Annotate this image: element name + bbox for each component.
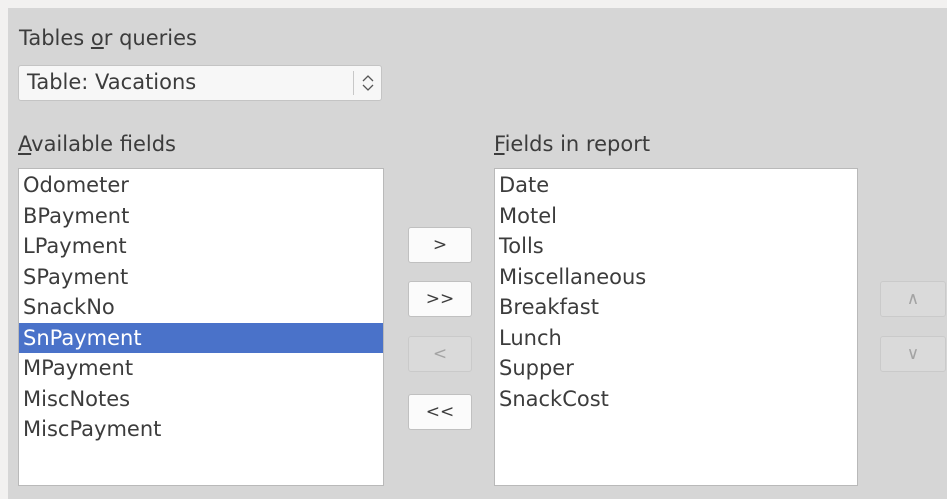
combo-separator bbox=[353, 71, 354, 95]
list-item[interactable]: SnackNo bbox=[19, 292, 383, 323]
remove-field-button[interactable]: < bbox=[408, 336, 472, 372]
list-item[interactable]: BPayment bbox=[19, 201, 383, 232]
list-item[interactable]: Date bbox=[495, 170, 857, 201]
list-item[interactable]: Lunch bbox=[495, 323, 857, 354]
list-item[interactable]: MiscNotes bbox=[19, 384, 383, 415]
list-item[interactable]: Tolls bbox=[495, 231, 857, 262]
tables-or-queries-label: Tables or queries bbox=[19, 26, 197, 50]
available-fields-label: Available fields bbox=[18, 132, 176, 156]
tables-or-queries-select[interactable]: Table: Vacations bbox=[18, 65, 382, 101]
list-item[interactable]: SnPayment bbox=[19, 322, 383, 353]
list-item[interactable]: LPayment bbox=[19, 231, 383, 262]
tables-or-queries-value: Table: Vacations bbox=[27, 70, 197, 94]
list-item[interactable]: SnackCost bbox=[495, 384, 857, 415]
up-down-chevron-icon[interactable] bbox=[360, 72, 376, 94]
list-item[interactable]: Breakfast bbox=[495, 292, 857, 323]
add-field-button[interactable]: > bbox=[408, 227, 472, 263]
move-up-button[interactable]: ∧ bbox=[880, 281, 946, 317]
available-fields-list[interactable]: Odometer BPayment LPayment SPayment SnackNo S… bbox=[18, 168, 384, 486]
list-item[interactable]: MPayment bbox=[19, 353, 383, 384]
list-item[interactable]: Motel bbox=[495, 201, 857, 232]
list-item[interactable]: Odometer bbox=[19, 170, 383, 201]
list-item[interactable]: MiscPayment bbox=[19, 414, 383, 445]
move-down-button[interactable]: ∨ bbox=[880, 336, 946, 372]
fields-in-report-list[interactable]: Date Motel Tolls Miscellaneous Breakfast Lunc… bbox=[494, 168, 858, 486]
list-item[interactable]: SPayment bbox=[19, 262, 383, 293]
add-all-fields-button[interactable]: >> bbox=[408, 281, 472, 317]
list-item[interactable]: Miscellaneous bbox=[495, 262, 857, 293]
remove-all-fields-button[interactable]: << bbox=[408, 394, 472, 430]
list-item[interactable]: Supper bbox=[495, 353, 857, 384]
fields-in-report-label: Fields in report bbox=[494, 132, 651, 156]
